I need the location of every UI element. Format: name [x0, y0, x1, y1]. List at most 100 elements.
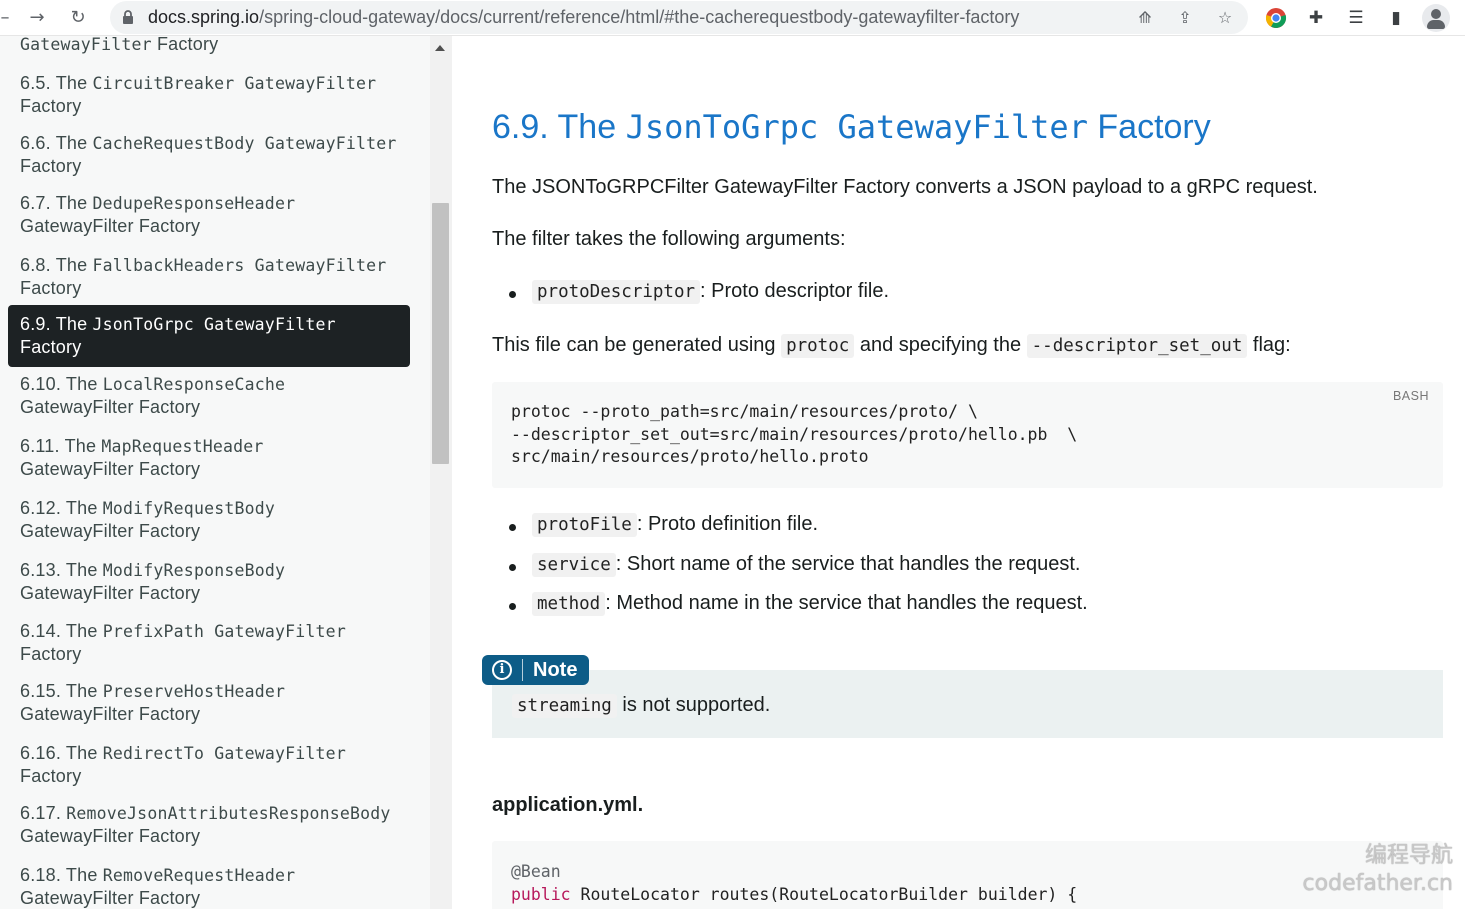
inline-code: protoDescriptor — [532, 280, 701, 304]
address-bar[interactable]: docs.spring.io/spring-cloud-gateway/docs… — [110, 1, 1248, 34]
toc-item-suffix: GatewayFilter Factory — [20, 521, 201, 541]
inline-code: --descriptor_set_out — [1026, 334, 1248, 358]
toc-item-suffix: GatewayFilter Factory — [20, 459, 201, 479]
java-code-block[interactable]: @Bean public RouteLocator routes(RouteLo… — [492, 841, 1443, 909]
scrollbar-thumb[interactable] — [432, 203, 449, 464]
chrome-extension-icon[interactable] — [1265, 7, 1287, 29]
reading-list-icon[interactable]: ☰ — [1345, 7, 1367, 29]
toc-item-6-11[interactable]: 6.11. The MapRequestHeader GatewayFilter … — [8, 435, 410, 481]
toc-item-mono: CacheRequestBody GatewayFilter — [92, 134, 397, 153]
profile-avatar-icon[interactable] — [1422, 4, 1450, 32]
toc-item-mono: CircuitBreaker GatewayFilter — [92, 74, 377, 93]
lock-icon[interactable] — [122, 10, 134, 24]
code-keyword: public — [511, 884, 571, 904]
toc-item-6-9-active[interactable]: 6.9. The JsonToGrpc GatewayFilter Factory — [8, 305, 410, 367]
toc-item-suffix: Factory — [20, 96, 82, 116]
note-badge: i Note — [482, 655, 590, 685]
toc-item-mono: RedirectTo GatewayFilter — [102, 744, 346, 763]
heading-mono: JsonToGrpc GatewayFilter — [625, 108, 1088, 146]
bookmark-star-icon[interactable]: ☆ — [1215, 8, 1235, 28]
inline-code: method — [532, 592, 606, 616]
translate-icon[interactable]: ⟰ — [1135, 8, 1155, 28]
inline-code: protoc — [781, 334, 855, 358]
toc-item-mono: PrefixPath GatewayFilter — [102, 622, 346, 641]
arg-protofile: protoFile: Proto definition file. — [508, 513, 819, 537]
toc-item-suffix: Factory — [20, 766, 82, 786]
toc-item-6-12[interactable]: 6.12. The ModifyRequestBody GatewayFilter… — [8, 497, 410, 543]
code-text: RouteLocator routes(RouteLocatorBuilder … — [570, 884, 1078, 904]
toc-item-6-16[interactable]: 6.16. The RedirectTo GatewayFilter Factor… — [8, 742, 410, 788]
info-icon: i — [492, 660, 512, 680]
code-block-title: application.yml. — [492, 794, 644, 816]
toc-item-prefix: 6.12. The — [20, 498, 103, 518]
toc-item-suffix: GatewayFilter Factory — [20, 397, 201, 417]
url-path: /spring-cloud-gateway/docs/current/refer… — [259, 7, 1020, 27]
toc-item-prefix: 6.13. The — [20, 560, 103, 580]
toc-item-mono: ModifyResponseBody — [102, 561, 286, 580]
note-text: streaming is not supported. — [512, 694, 771, 718]
arg-description: : Proto definition file. — [636, 513, 819, 535]
toc-item-prefix: 6.14. The — [20, 621, 103, 641]
toc-item-prefix: 6.5. The — [20, 73, 93, 93]
toc-item-6-10[interactable]: 6.10. The LocalResponseCache GatewayFilte… — [8, 373, 410, 419]
arg-description: : Proto descriptor file. — [700, 280, 890, 302]
toc-item-6-13[interactable]: 6.13. The ModifyResponseBody GatewayFilte… — [8, 559, 410, 605]
note-admonition: i Note streaming is not supported. — [482, 655, 1443, 738]
forward-arrow-icon[interactable]: → — [26, 7, 48, 29]
toc-item-prefix: 6.17. — [20, 803, 67, 823]
toc-item-prefix: 6.16. The — [20, 743, 103, 763]
toc-item-mono: GatewayFilter — [20, 36, 152, 54]
arg-description: : Method name in the service that handle… — [605, 592, 1088, 614]
heading-prefix: 6.9. The — [492, 108, 626, 146]
toc-item-prefix: 6.7. The — [20, 193, 93, 213]
text-segment: flag: — [1247, 334, 1291, 356]
toc-item-mono: PreserveHostHeader — [102, 682, 286, 701]
watermark: 编程导航 codefather.cn — [1303, 842, 1453, 898]
share-icon[interactable]: ⇪ — [1175, 8, 1195, 28]
code-annotation: @Bean — [511, 862, 561, 881]
toc-item-6-15[interactable]: 6.15. The PreserveHostHeader GatewayFilte… — [8, 680, 410, 726]
extensions-puzzle-icon[interactable]: ✚ — [1305, 7, 1327, 29]
toc-item-mono: DedupeResponseHeader — [92, 194, 296, 213]
url-host: docs.spring.io — [148, 7, 260, 27]
text-segment: and specifying the — [854, 334, 1027, 356]
toc-item-6-5[interactable]: 6.5. The CircuitBreaker GatewayFilter Fac… — [8, 72, 410, 118]
watermark-line2: codefather.cn — [1302, 871, 1453, 896]
toc-item-6-8[interactable]: 6.8. The FallbackHeaders GatewayFilter Fa… — [8, 254, 410, 300]
toc-item-suffix: GatewayFilter Factory — [20, 216, 201, 236]
toc-item-prefix: 6.8. The — [20, 255, 93, 275]
scroll-up-arrow-icon[interactable] — [435, 45, 445, 51]
toc-item-suffix: Factory — [20, 337, 82, 357]
toc-item-prefix: 6.15. The — [20, 681, 103, 701]
side-panel-icon[interactable]: ▮ — [1385, 7, 1407, 29]
toc-sidebar: GatewayFilter Factory 6.5. The CircuitBr… — [0, 36, 430, 909]
generate-paragraph: This file can be generated using protoc … — [492, 334, 1291, 358]
toc-item-suffix: GatewayFilter Factory — [20, 583, 201, 603]
reload-icon[interactable]: ↻ — [67, 7, 89, 29]
note-description: is not supported. — [616, 694, 771, 716]
toc-item-6-17[interactable]: 6.17. RemoveJsonAttributesResponseBody Ga… — [8, 802, 410, 848]
url-text[interactable]: docs.spring.io/spring-cloud-gateway/docs… — [148, 1, 1019, 34]
toc-item-suffix: GatewayFilter Factory — [20, 888, 201, 908]
toc-item-suffix: Factory — [20, 278, 82, 298]
toc-item-gatewayfilter-prev[interactable]: GatewayFilter Factory — [8, 36, 410, 56]
bash-code-block[interactable]: BASH protoc --proto_path=src/main/resour… — [492, 382, 1443, 488]
toc-item-6-7[interactable]: 6.7. The DedupeResponseHeader GatewayFilt… — [8, 192, 410, 238]
toc-item-6-14[interactable]: 6.14. The PrefixPath GatewayFilter Factor… — [8, 620, 410, 666]
toc-item-prefix: 6.9. The — [20, 314, 93, 334]
code-text: protoc --proto_path=src/main/resources/p… — [511, 402, 1078, 466]
toc-item-6-6[interactable]: 6.6. The CacheRequestBody GatewayFilter F… — [8, 132, 410, 178]
toc-item-mono: LocalResponseCache — [102, 375, 286, 394]
args-intro-paragraph: The filter takes the following arguments… — [492, 228, 846, 250]
code-language-label: BASH — [1392, 389, 1429, 403]
toc-item-suffix: GatewayFilter Factory — [20, 704, 201, 724]
badge-separator — [522, 659, 523, 681]
toc-item-6-18[interactable]: 6.18. The RemoveRequestHeader GatewayFilt… — [8, 864, 410, 909]
toc-item-prefix: 6.10. The — [20, 374, 103, 394]
toc-item-prefix: 6.6. The — [20, 133, 93, 153]
toc-item-mono: RemoveRequestHeader — [102, 866, 296, 885]
sidebar-scrollbar[interactable] — [430, 36, 452, 909]
toc-item-mono: FallbackHeaders GatewayFilter — [92, 256, 387, 275]
back-arrow-icon[interactable]: – — [0, 7, 16, 29]
text-segment: This file can be generated using — [492, 334, 782, 356]
